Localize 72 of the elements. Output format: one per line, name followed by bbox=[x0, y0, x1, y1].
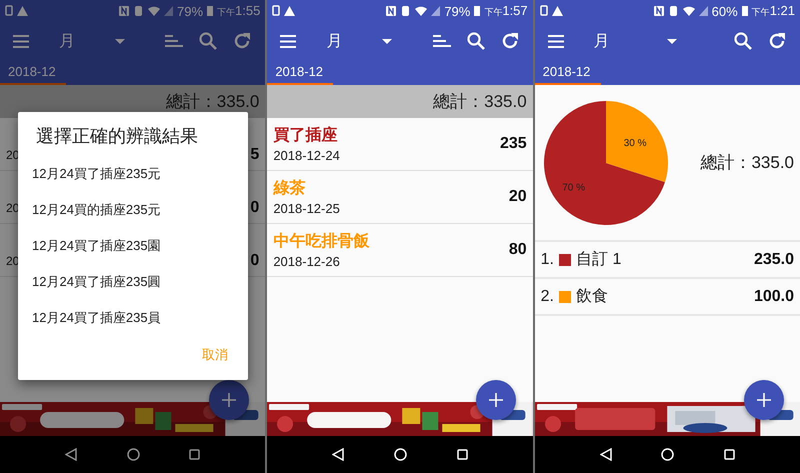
vibrate-icon bbox=[668, 6, 679, 16]
battery-icon bbox=[207, 4, 214, 16]
toolbar-title: 月 bbox=[326, 32, 342, 52]
battery-icon bbox=[742, 4, 748, 16]
legend-row[interactable]: 2. 飲食 100.0 bbox=[534, 279, 800, 316]
vibrate-icon bbox=[400, 6, 412, 16]
toolbar-title: 月 bbox=[59, 32, 75, 52]
total-amount: 總計：335.0 bbox=[700, 152, 794, 174]
nfc-icon bbox=[654, 6, 664, 16]
signal-icon bbox=[431, 6, 440, 16]
menu-icon[interactable] bbox=[13, 34, 29, 48]
dialog-title: 選擇正確的辨識結果 bbox=[35, 125, 199, 148]
wifi-icon bbox=[415, 6, 428, 16]
expense-row[interactable]: 綠茶 2018-12-25 20 bbox=[267, 171, 533, 224]
search-icon[interactable] bbox=[466, 32, 485, 50]
slice-label: 70 % bbox=[562, 182, 585, 193]
toolbar-title: 月 bbox=[594, 32, 610, 52]
nfc-icon bbox=[386, 6, 396, 16]
slice-label: 30 % bbox=[623, 137, 646, 148]
nfc-icon bbox=[118, 6, 129, 16]
signal-icon bbox=[164, 6, 173, 16]
expense-row[interactable]: 中午吃排骨飯 2018-12-26 80 bbox=[267, 224, 533, 277]
phone-icon bbox=[540, 4, 548, 16]
battery-level: 60% bbox=[712, 4, 738, 18]
home-icon[interactable] bbox=[126, 448, 140, 461]
phone-icon bbox=[5, 4, 13, 16]
dialog-option[interactable]: 12月24買了插座235元 bbox=[18, 156, 248, 192]
plus-icon bbox=[489, 393, 504, 407]
refresh-icon[interactable] bbox=[233, 32, 252, 50]
dropdown-caret-icon[interactable] bbox=[115, 38, 126, 44]
sort-icon[interactable] bbox=[432, 35, 451, 47]
clock: 下午1:55 bbox=[217, 3, 260, 19]
dialog-option[interactable]: 12月24買了插座235員 bbox=[18, 300, 248, 336]
recents-icon[interactable] bbox=[724, 449, 736, 460]
vibrate-icon bbox=[132, 6, 144, 16]
expense-row[interactable]: 買了插座 2018-12-24 235 bbox=[267, 118, 533, 171]
plus-icon bbox=[222, 393, 236, 407]
clock: 下午1:21 bbox=[752, 3, 795, 19]
dialog-option[interactable]: 12月24買了插座235園 bbox=[18, 228, 248, 264]
legend-row[interactable]: 1. 自訂 1 235.0 bbox=[534, 242, 800, 279]
menu-icon[interactable] bbox=[280, 34, 296, 48]
battery-icon bbox=[474, 4, 480, 16]
warning-icon bbox=[552, 6, 563, 16]
wifi-icon bbox=[682, 6, 695, 16]
wifi-icon bbox=[148, 6, 160, 16]
sort-icon[interactable] bbox=[165, 35, 184, 47]
total-amount: 總計：335.0 bbox=[166, 91, 260, 113]
home-icon[interactable] bbox=[661, 448, 674, 461]
back-icon[interactable] bbox=[64, 448, 77, 461]
recents-icon[interactable] bbox=[456, 449, 468, 460]
clock: 下午1:57 bbox=[484, 3, 528, 19]
warning-icon bbox=[17, 6, 28, 16]
battery-level: 79% bbox=[444, 4, 470, 18]
back-icon[interactable] bbox=[600, 448, 612, 461]
menu-icon[interactable] bbox=[548, 34, 564, 48]
battery-level: 79% bbox=[176, 4, 204, 18]
search-icon[interactable] bbox=[734, 32, 752, 50]
home-icon[interactable] bbox=[394, 448, 407, 461]
warning-icon bbox=[284, 6, 296, 16]
dropdown-caret-icon[interactable] bbox=[382, 38, 392, 44]
signal-icon bbox=[698, 6, 708, 16]
plus-icon bbox=[756, 393, 771, 407]
refresh-icon[interactable] bbox=[500, 32, 519, 50]
back-icon[interactable] bbox=[332, 448, 344, 461]
total-amount: 總計：335.0 bbox=[433, 91, 527, 113]
dropdown-caret-icon[interactable] bbox=[666, 38, 677, 44]
dialog-option[interactable]: 12月24買的插座235元 bbox=[18, 192, 248, 228]
recents-icon[interactable] bbox=[189, 449, 200, 460]
phone-icon bbox=[272, 4, 280, 16]
refresh-icon[interactable] bbox=[768, 32, 786, 50]
dialog-option[interactable]: 12月24買了插座235圓 bbox=[18, 264, 248, 300]
search-icon[interactable] bbox=[199, 32, 218, 50]
